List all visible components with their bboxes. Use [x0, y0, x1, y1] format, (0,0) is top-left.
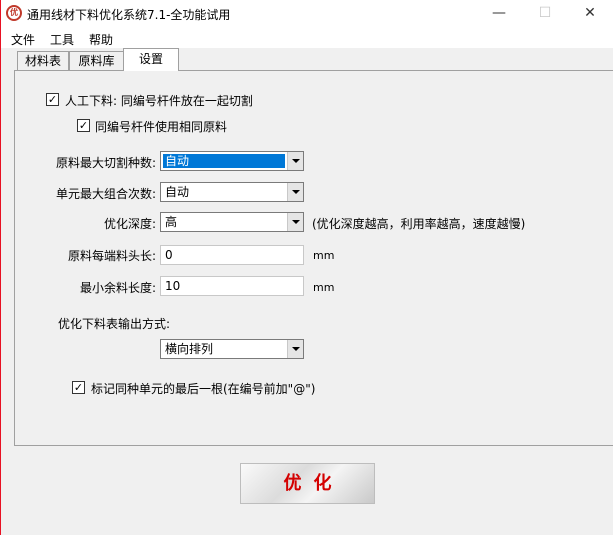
output-mode-select[interactable]: 横向排列 — [160, 339, 304, 359]
max-combinations-label: 单元最大组合次数: — [55, 187, 156, 201]
output-mode-value: 横向排列 — [165, 342, 214, 356]
manual-cut-checkbox[interactable]: ✓ — [46, 93, 59, 106]
close-icon[interactable]: ✕ — [567, 0, 613, 28]
menu-tools[interactable]: 工具 — [50, 31, 74, 48]
optimization-depth-hint: (优化深度越高，利用率越高，速度越慢) — [312, 217, 526, 231]
chevron-down-icon[interactable] — [287, 213, 303, 231]
max-combinations-select[interactable]: 自动 — [160, 182, 304, 202]
max-combinations-value: 自动 — [165, 185, 190, 199]
optimization-depth-label: 优化深度: — [103, 217, 156, 231]
menu-help[interactable]: 帮助 — [89, 31, 113, 48]
optimization-depth-select[interactable]: 高 — [160, 212, 304, 232]
manual-cut-label: 人工下料: 同编号杆件放在一起切割 — [65, 94, 253, 108]
minimize-icon[interactable]: — — [476, 0, 522, 28]
min-remnant-unit: mm — [313, 281, 335, 294]
same-material-checkbox[interactable]: ✓ — [77, 119, 90, 132]
mark-last-label: 标记同种单元的最后一根(在编号前加"@") — [91, 382, 316, 396]
app-logo-icon: 优 — [6, 5, 22, 21]
maximize-icon: ☐ — [538, 5, 552, 21]
optimize-button[interactable]: 优化 — [240, 463, 375, 504]
window-title: 通用线材下料优化系统7.1-全功能试用 — [27, 8, 231, 22]
end-waste-label: 原料每端料头长: — [67, 249, 156, 263]
tab-raw-material-library[interactable]: 原料库 — [69, 51, 124, 70]
output-mode-label: 优化下料表输出方式: — [58, 317, 171, 331]
max-cut-types-select[interactable]: 自动 — [160, 151, 304, 171]
chevron-down-icon[interactable] — [287, 340, 303, 358]
max-cut-types-value: 自动 — [163, 154, 285, 168]
min-remnant-label: 最小余料长度: — [79, 281, 156, 295]
mark-last-checkbox[interactable]: ✓ — [72, 381, 85, 394]
tab-settings[interactable]: 设置 — [123, 48, 179, 71]
min-remnant-input[interactable]: 10 — [160, 276, 304, 296]
max-cut-types-label: 原料最大切割种数: — [55, 156, 156, 170]
menu-file[interactable]: 文件 — [11, 31, 35, 48]
end-waste-input[interactable]: 0 — [160, 245, 304, 265]
optimization-depth-value: 高 — [165, 215, 178, 229]
chevron-down-icon[interactable] — [287, 183, 303, 201]
tab-material-list[interactable]: 材料表 — [17, 51, 69, 70]
chevron-down-icon[interactable] — [287, 152, 303, 170]
window-border — [0, 0, 1, 535]
end-waste-unit: mm — [313, 249, 335, 262]
same-material-label: 同编号杆件使用相同原料 — [95, 120, 228, 134]
